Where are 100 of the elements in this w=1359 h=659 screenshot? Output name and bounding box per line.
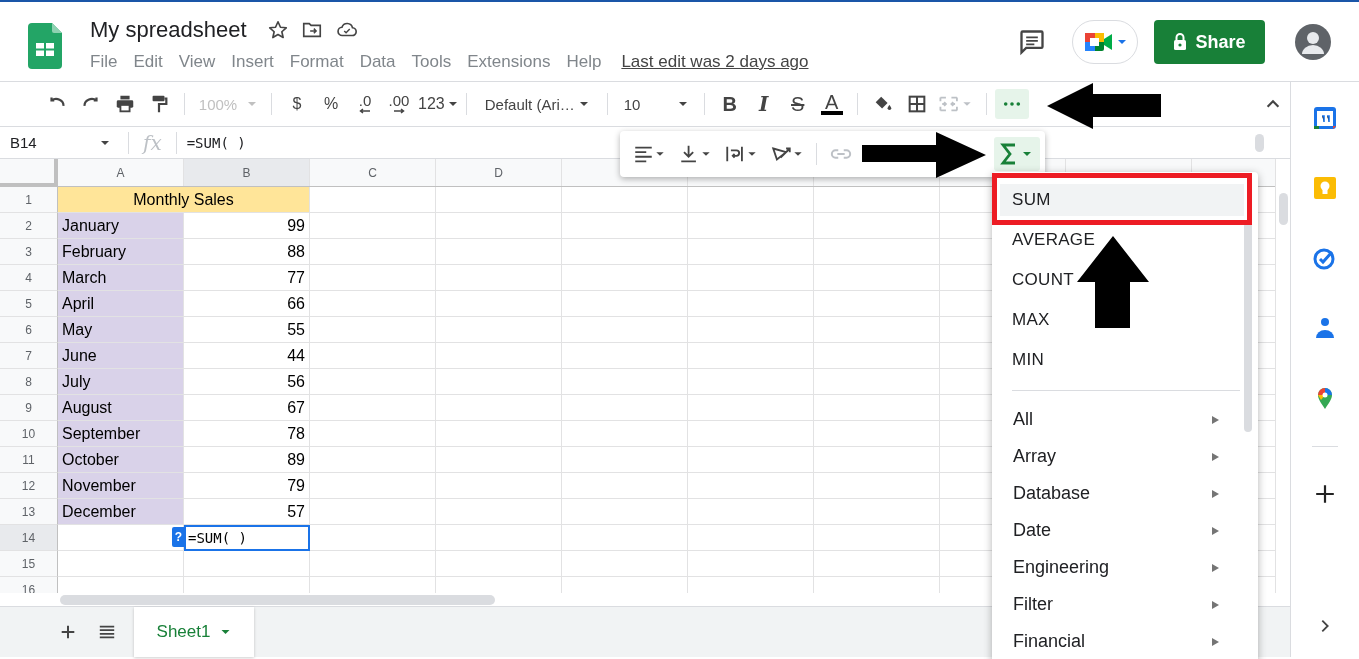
text-color-button[interactable]: A <box>820 93 843 115</box>
menu-item[interactable]: Edit <box>133 52 163 72</box>
menu-item[interactable]: Date <box>992 512 1258 549</box>
table-cell[interactable]: 78 <box>184 421 310 447</box>
table-cell[interactable]: 79 <box>184 473 310 499</box>
menu-item[interactable]: AVERAGE <box>992 227 1096 253</box>
menu-item[interactable]: SUM <box>1000 184 1244 216</box>
menu-item[interactable]: Filter <box>992 586 1258 623</box>
sheets-logo-icon[interactable] <box>28 23 62 69</box>
table-cell[interactable]: November <box>58 473 184 499</box>
row-number[interactable]: 5 <box>0 291 58 317</box>
table-cell[interactable]: January <box>58 213 184 239</box>
decrease-decimal-button[interactable]: .0 <box>348 89 382 119</box>
menu-item[interactable]: COUNT <box>992 267 1074 293</box>
menu-item[interactable]: Extensions <box>467 52 551 72</box>
row-number[interactable]: 9 <box>0 395 58 421</box>
row-number[interactable]: 8 <box>0 369 58 395</box>
font-size-dropdown[interactable]: 10 <box>615 89 696 119</box>
table-cell[interactable]: 89 <box>184 447 310 473</box>
document-title[interactable]: My spreadsheet <box>90 17 247 43</box>
table-cell[interactable]: 66 <box>184 291 310 317</box>
menu-item[interactable]: Data <box>359 52 396 72</box>
table-cell[interactable]: August <box>58 395 184 421</box>
table-cell[interactable]: July <box>58 369 184 395</box>
percent-format-button[interactable]: % <box>314 89 348 119</box>
name-box[interactable]: B14 <box>0 134 118 151</box>
italic-button[interactable]: I <box>746 89 781 119</box>
font-dropdown[interactable]: Default (Ari… <box>474 89 599 119</box>
row-number[interactable]: 1 <box>0 187 58 213</box>
table-cell[interactable]: December <box>58 499 184 525</box>
table-cell[interactable]: October <box>58 447 184 473</box>
menu-item[interactable]: Help <box>566 52 602 72</box>
number-format-dropdown[interactable]: 123 <box>418 89 458 119</box>
table-cell[interactable]: 57 <box>184 499 310 525</box>
table-cell[interactable]: June <box>58 343 184 369</box>
scrollbar-thumb[interactable] <box>1244 222 1252 432</box>
menu-item[interactable]: MAX <box>992 307 1050 333</box>
task-check-icon[interactable] <box>1313 246 1337 270</box>
calendar-icon[interactable] <box>1313 106 1337 130</box>
row-number[interactable]: 14 <box>0 525 58 551</box>
menu-item[interactable]: Insert <box>231 52 274 72</box>
row-number[interactable]: 3 <box>0 239 58 265</box>
menu-item[interactable]: Engineering <box>992 549 1258 586</box>
table-cell[interactable]: 55 <box>184 317 310 343</box>
row-number[interactable]: 15 <box>0 551 58 577</box>
share-button[interactable]: Share <box>1154 20 1265 64</box>
menu-item[interactable]: All <box>992 401 1258 438</box>
table-cell[interactable]: 77 <box>184 265 310 291</box>
column-header[interactable]: B <box>184 159 310 186</box>
menu-item[interactable]: Array <box>992 438 1258 475</box>
row-number[interactable]: 10 <box>0 421 58 447</box>
scrollbar-thumb[interactable] <box>60 595 495 605</box>
row-number[interactable]: 12 <box>0 473 58 499</box>
scrollbar-track[interactable] <box>1275 159 1290 593</box>
increase-decimal-button[interactable]: .00 <box>382 89 416 119</box>
column-header[interactable]: C <box>310 159 436 186</box>
scrollbar-thumb[interactable] <box>1279 193 1288 225</box>
comment-icon[interactable] <box>1018 28 1046 56</box>
sigma-functions-icon[interactable] <box>994 137 1040 171</box>
row-number[interactable]: 2 <box>0 213 58 239</box>
menu-item[interactable]: MIN <box>992 347 1045 373</box>
star-icon[interactable] <box>266 19 289 41</box>
menu-item[interactable]: Tools <box>411 52 452 72</box>
row-number[interactable]: 16 <box>0 577 58 593</box>
sheet-tab[interactable]: Sheet1 <box>134 607 254 657</box>
table-cell[interactable]: 88 <box>184 239 310 265</box>
cell-editor[interactable]: =SUM( ) <box>184 525 310 551</box>
table-cell[interactable]: Monthly Sales <box>58 187 310 213</box>
last-edit-link[interactable]: Last edit was 2 days ago <box>621 52 809 72</box>
column-header[interactable]: D <box>436 159 562 186</box>
currency-format-button[interactable]: $ <box>280 89 314 119</box>
table-cell[interactable]: 99 <box>184 213 310 239</box>
menu-item[interactable]: Financial <box>992 623 1258 659</box>
row-number[interactable]: 4 <box>0 265 58 291</box>
avatar-icon[interactable] <box>1295 24 1331 60</box>
scrollbar-thumb[interactable] <box>1255 133 1264 152</box>
table-cell[interactable]: April <box>58 291 184 317</box>
menu-item[interactable]: Format <box>289 52 344 72</box>
row-number[interactable]: 6 <box>0 317 58 343</box>
row-number[interactable]: 7 <box>0 343 58 369</box>
formula-input[interactable]: =SUM( ) <box>186 134 1255 151</box>
menu-item[interactable]: File <box>90 52 118 72</box>
row-number[interactable]: 13 <box>0 499 58 525</box>
table-cell[interactable]: May <box>58 317 184 343</box>
help-badge[interactable]: ? <box>172 527 185 547</box>
table-cell[interactable]: 44 <box>184 343 310 369</box>
bold-button[interactable]: B <box>712 89 747 119</box>
table-cell[interactable]: 56 <box>184 369 310 395</box>
lock-icon <box>1173 33 1188 51</box>
plus-icon[interactable] <box>1314 483 1336 505</box>
person-icon[interactable] <box>1313 316 1337 340</box>
table-cell[interactable]: February <box>58 239 184 265</box>
table-cell[interactable]: March <box>58 265 184 291</box>
menu-item[interactable]: View <box>178 52 216 72</box>
table-cell[interactable]: 67 <box>184 395 310 421</box>
row-number[interactable]: 11 <box>0 447 58 473</box>
table-cell[interactable]: September <box>58 421 184 447</box>
strikethrough-button[interactable]: S <box>780 89 815 119</box>
more-options-icon[interactable] <box>994 89 1029 119</box>
menu-item[interactable]: Database <box>992 475 1258 512</box>
